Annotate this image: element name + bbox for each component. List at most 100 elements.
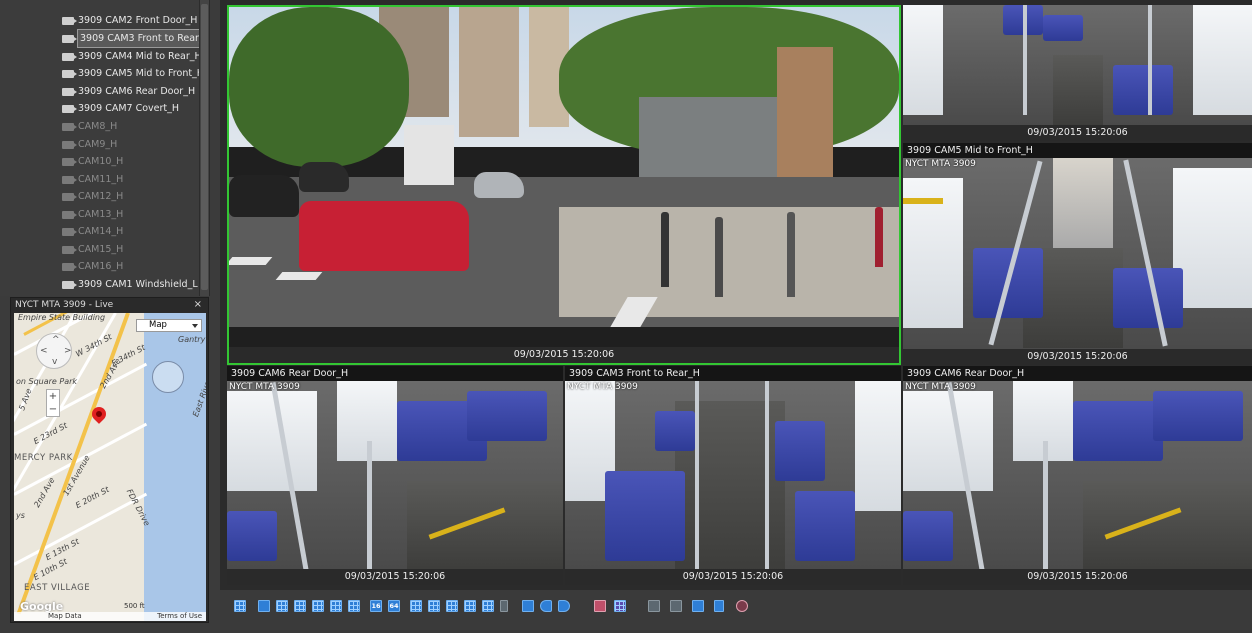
- layout-grid-d-button[interactable]: [464, 600, 476, 612]
- video-osd-label: NYCT MTA 3909: [905, 382, 976, 392]
- tree-item-cam9[interactable]: CAM9_H: [62, 136, 117, 153]
- video-timestamp: 09/03/2015 15:20:06: [903, 349, 1252, 365]
- layout-64-button[interactable]: 64: [388, 600, 400, 612]
- salvo-icon[interactable]: [614, 600, 626, 612]
- tree-item-cam6[interactable]: 3909 CAM6 Rear Door_H: [62, 83, 195, 100]
- video-timestamp: 09/03/2015 15:20:06: [903, 125, 1252, 141]
- map-label: on Square Park: [16, 377, 78, 386]
- tree-item-cam2[interactable]: 3909 CAM2 Front Door_H: [62, 12, 197, 29]
- map-label: ys: [16, 511, 25, 520]
- live-map[interactable]: Empire State Building Map Gantry ^ < > v…: [14, 313, 206, 621]
- video-tile-bottom-right[interactable]: 3909 CAM6 Rear Door_H NYCT MTA 3909 09/0…: [903, 366, 1252, 585]
- fullscreen-icon[interactable]: [522, 600, 534, 612]
- truck: [404, 125, 454, 185]
- terms-of-use-link[interactable]: Terms of Use: [157, 612, 202, 621]
- sequence-icon[interactable]: [594, 600, 606, 612]
- tree-item-cam13[interactable]: CAM13_H: [62, 206, 123, 223]
- tree-item-cam1[interactable]: 3909 CAM1 Windshield_L: [62, 276, 198, 293]
- layout-1plus5-button[interactable]: [294, 600, 306, 612]
- map-type-select[interactable]: Map: [136, 319, 202, 332]
- print-icon[interactable]: [692, 600, 704, 612]
- tree-scrollbar-thumb[interactable]: [201, 4, 208, 290]
- video-tile-top-right[interactable]: 09/03/2015 15:20:06: [903, 5, 1252, 141]
- camera-icon: [62, 245, 77, 254]
- previous-page-icon[interactable]: [540, 600, 552, 612]
- camera-icon: [62, 87, 77, 96]
- video-feed: NYCT MTA 3909: [903, 158, 1252, 349]
- tree-item-cam3[interactable]: 3909 CAM3 Front to Rear_H: [62, 29, 209, 48]
- video-feed: [903, 5, 1252, 125]
- camera-icon: [62, 262, 77, 271]
- tree-item-cam8[interactable]: CAM8_H: [62, 118, 117, 135]
- layout-2x2-button[interactable]: [276, 600, 288, 612]
- map-zoom-control[interactable]: + −: [46, 389, 60, 417]
- layout-1x1-button[interactable]: [258, 600, 270, 612]
- car: [474, 172, 524, 198]
- tree-item-cam15[interactable]: CAM15_H: [62, 241, 123, 258]
- tree-item-cam16[interactable]: CAM16_H: [62, 258, 123, 275]
- map-label: EAST VILLAGE: [24, 583, 91, 593]
- chevron-down-icon[interactable]: v: [52, 357, 57, 367]
- camera-title: 3909 CAM3 Front to Rear_H: [565, 366, 901, 381]
- next-page-icon[interactable]: [558, 600, 570, 612]
- camera-icon: [62, 122, 77, 131]
- camera-title: 3909 CAM5 Mid to Front_H: [903, 143, 1252, 158]
- map-scale: 500 ft: [124, 602, 145, 610]
- video-tile-bottom-mid[interactable]: 3909 CAM3 Front to Rear_H NYCT MTA 3909 …: [565, 366, 901, 585]
- compass-icon[interactable]: [152, 361, 184, 393]
- camera-title: 3909 CAM6 Rear Door_H: [227, 366, 563, 381]
- layout-toolbar: 16 64: [220, 590, 1252, 633]
- layout-3x3-button[interactable]: [312, 600, 324, 612]
- camera-icon: [62, 69, 77, 78]
- video-tile-bottom-left[interactable]: 3909 CAM6 Rear Door_H NYCT MTA 3909 09/0…: [227, 366, 563, 585]
- layout-16-button[interactable]: 16: [370, 600, 382, 612]
- chevron-left-icon[interactable]: <: [40, 346, 48, 356]
- camera-icon: [62, 16, 77, 25]
- camera-tree: 3909 CAM2 Front Door_H 3909 CAM3 Front t…: [0, 0, 210, 296]
- tree-scrollbar[interactable]: [199, 0, 209, 296]
- bus-interior-image: [903, 158, 1252, 349]
- map-label: Empire State Building: [18, 313, 106, 322]
- tree-item-cam7[interactable]: 3909 CAM7 Covert_H: [62, 100, 179, 117]
- layout-grid-a-button[interactable]: [410, 600, 422, 612]
- video-timestamp: 09/03/2015 15:20:06: [227, 569, 563, 585]
- microphone-icon[interactable]: [714, 600, 724, 612]
- camera-icon: [62, 104, 77, 113]
- pedestrian: [715, 217, 723, 297]
- chevron-up-icon[interactable]: ^: [52, 335, 60, 345]
- zoom-out-icon[interactable]: −: [47, 403, 59, 416]
- tree-item-cam14[interactable]: CAM14_H: [62, 223, 123, 240]
- tree-item-cam11[interactable]: CAM11_H: [62, 171, 123, 188]
- video-feed: NYCT MTA 3909: [227, 381, 563, 569]
- chevron-right-icon[interactable]: >: [64, 346, 72, 356]
- tree-item-cam5[interactable]: 3909 CAM5 Mid to Front_H: [62, 65, 204, 82]
- stop-icon[interactable]: [736, 600, 748, 612]
- video-osd-label: NYCT MTA 3909: [905, 159, 976, 169]
- layout-4x4-button[interactable]: [348, 600, 360, 612]
- snapshot-icon[interactable]: [648, 600, 660, 612]
- camera-title: 3909 CAM6 Rear Door_H: [903, 366, 1252, 381]
- tree-item-cam10[interactable]: CAM10_H: [62, 153, 123, 170]
- video-tile-main[interactable]: 09/03/2015 15:20:06: [227, 5, 901, 365]
- car: [299, 162, 349, 192]
- video-feed: NYCT MTA 3909: [565, 381, 901, 569]
- map-panel: NYCT MTA 3909 - Live × Empire State Buil…: [10, 297, 209, 623]
- street-scene-image: [229, 7, 899, 347]
- video-feed: NYCT MTA 3909: [903, 381, 1252, 569]
- zoom-in-icon[interactable]: +: [47, 390, 59, 403]
- video-tile-mid-right[interactable]: 3909 CAM5 Mid to Front_H NYCT MTA 3909 0…: [903, 143, 1252, 365]
- layout-custom-button[interactable]: [234, 600, 246, 612]
- map-pan-control[interactable]: ^ < > v: [36, 333, 72, 369]
- layout-4x3-button[interactable]: [330, 600, 342, 612]
- bus-interior-image: [227, 381, 563, 569]
- layout-more-button[interactable]: [500, 600, 508, 612]
- tree-item-cam12[interactable]: CAM12_H: [62, 188, 123, 205]
- report-icon[interactable]: [670, 600, 682, 612]
- layout-grid-b-button[interactable]: [428, 600, 440, 612]
- close-icon[interactable]: ×: [194, 298, 202, 312]
- map-data-link[interactable]: Map Data: [48, 612, 82, 621]
- tree-item-cam4[interactable]: 3909 CAM4 Mid to Rear_H: [62, 48, 202, 65]
- layout-grid-e-button[interactable]: [482, 600, 494, 612]
- camera-icon: [62, 175, 77, 184]
- layout-grid-c-button[interactable]: [446, 600, 458, 612]
